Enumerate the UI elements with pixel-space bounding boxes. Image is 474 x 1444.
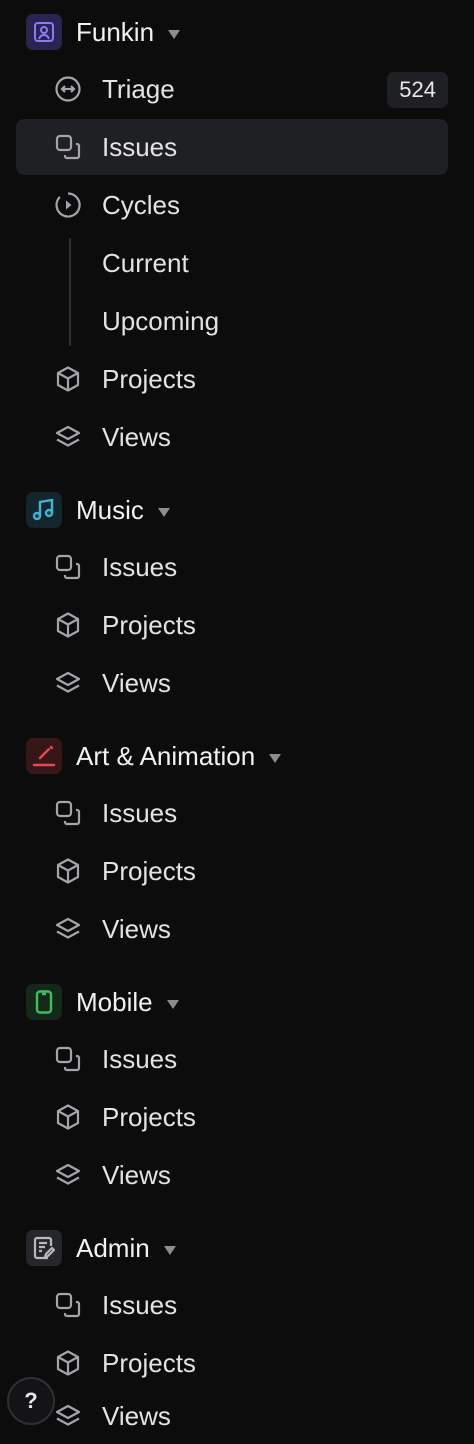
nav-item-label: Issues bbox=[102, 1289, 178, 1320]
nav-item-projects[interactable]: Projects bbox=[16, 351, 448, 407]
team-name: Art & Animation bbox=[76, 740, 256, 771]
nav-item-issues[interactable]: Issues bbox=[16, 119, 448, 175]
nav-item-label: Issues bbox=[102, 1043, 178, 1074]
projects-cube-icon bbox=[54, 365, 82, 393]
pen-icon bbox=[26, 738, 62, 774]
projects-cube-icon bbox=[54, 1103, 82, 1131]
nav-item-label: Current bbox=[102, 247, 189, 278]
caret-down-icon bbox=[163, 1245, 176, 1255]
views-layers-icon bbox=[54, 1161, 82, 1189]
nav-item-label: Upcoming bbox=[102, 305, 220, 336]
nav-item-upcoming-cycle[interactable]: Upcoming bbox=[16, 293, 448, 349]
nav-item-triage[interactable]: Triage 524 bbox=[16, 61, 448, 117]
nav-item-label: Issues bbox=[102, 131, 178, 162]
nav-item-label: Issues bbox=[102, 551, 178, 582]
help-icon: ? bbox=[24, 1388, 38, 1413]
team-header-music[interactable]: Music bbox=[0, 481, 474, 539]
team-header-art-animation[interactable]: Art & Animation bbox=[0, 727, 474, 785]
views-layers-icon bbox=[54, 1402, 82, 1430]
nav-item-label: Projects bbox=[102, 855, 196, 886]
document-edit-icon bbox=[26, 1230, 62, 1266]
issues-icon bbox=[54, 553, 82, 581]
issues-icon bbox=[54, 1291, 82, 1319]
nav-item-label: Cycles bbox=[102, 189, 181, 220]
phone-icon bbox=[26, 984, 62, 1020]
issues-icon bbox=[54, 799, 82, 827]
nav-item-label: Views bbox=[102, 421, 171, 452]
cycles-icon bbox=[54, 191, 82, 219]
team-name: Mobile bbox=[76, 986, 153, 1017]
caret-down-icon bbox=[168, 29, 181, 39]
nav-item-projects[interactable]: Projects bbox=[16, 1089, 448, 1145]
nav-item-label: Projects bbox=[102, 609, 196, 640]
nav-item-label: Views bbox=[102, 1400, 171, 1431]
nav-item-views[interactable]: Views bbox=[16, 655, 448, 711]
issues-icon bbox=[54, 133, 82, 161]
caret-down-icon bbox=[157, 507, 170, 517]
nav-item-views[interactable]: Views bbox=[16, 409, 448, 465]
projects-cube-icon bbox=[54, 1349, 82, 1377]
caret-down-icon bbox=[269, 753, 282, 763]
projects-cube-icon bbox=[54, 611, 82, 639]
nav-item-issues[interactable]: Issues bbox=[16, 785, 448, 841]
nav-item-label: Projects bbox=[102, 1101, 196, 1132]
help-button[interactable]: ? bbox=[7, 1377, 55, 1425]
team-name: Admin bbox=[76, 1232, 150, 1263]
nav-item-label: Issues bbox=[102, 797, 178, 828]
views-layers-icon bbox=[54, 669, 82, 697]
nav-item-label: Views bbox=[102, 1159, 171, 1190]
nav-item-label: Views bbox=[102, 667, 171, 698]
nav-item-views[interactable]: Views bbox=[16, 901, 448, 957]
nav-item-projects[interactable]: Projects bbox=[16, 597, 448, 653]
nav-item-label: Projects bbox=[102, 363, 196, 394]
nav-item-label: Views bbox=[102, 913, 171, 944]
team-header-mobile[interactable]: Mobile bbox=[0, 973, 474, 1031]
nav-item-views[interactable]: Views bbox=[16, 1147, 448, 1203]
team-name: Funkin bbox=[76, 16, 155, 47]
nav-item-label: Triage bbox=[102, 73, 175, 104]
issues-icon bbox=[54, 1045, 82, 1073]
views-layers-icon bbox=[54, 423, 82, 451]
nav-item-cycles[interactable]: Cycles bbox=[16, 177, 448, 233]
caret-down-icon bbox=[166, 999, 179, 1009]
triage-icon bbox=[54, 75, 82, 103]
nav-item-label: Projects bbox=[102, 1347, 196, 1378]
nav-item-projects[interactable]: Projects bbox=[16, 1335, 448, 1391]
projects-cube-icon bbox=[54, 857, 82, 885]
team-header-funkin[interactable]: Funkin bbox=[0, 3, 474, 61]
triage-count-badge: 524 bbox=[387, 72, 448, 108]
user-square-icon bbox=[26, 14, 62, 50]
team-name: Music bbox=[76, 494, 144, 525]
nav-item-issues[interactable]: Issues bbox=[16, 1031, 448, 1087]
nav-item-views[interactable]: Views bbox=[16, 1388, 448, 1444]
music-note-icon bbox=[26, 492, 62, 528]
nav-item-issues[interactable]: Issues bbox=[16, 539, 448, 595]
team-header-admin[interactable]: Admin bbox=[0, 1219, 474, 1277]
nav-item-current-cycle[interactable]: Current bbox=[16, 235, 448, 291]
nav-item-projects[interactable]: Projects bbox=[16, 843, 448, 899]
nav-item-issues[interactable]: Issues bbox=[16, 1277, 448, 1333]
views-layers-icon bbox=[54, 915, 82, 943]
